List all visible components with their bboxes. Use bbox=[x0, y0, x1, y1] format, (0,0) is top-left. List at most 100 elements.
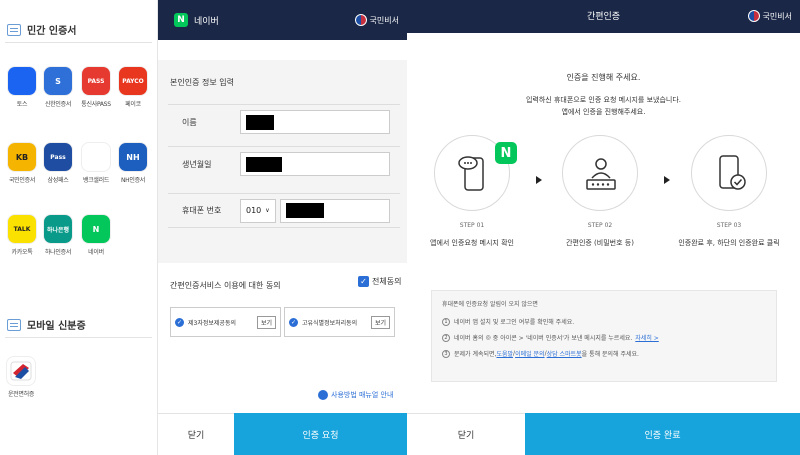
step-label: STEP 03 bbox=[716, 222, 742, 229]
chatbot-link[interactable]: 상담 스마트봇 bbox=[547, 349, 582, 358]
intro-heading: 인증을 진행해 주세요. bbox=[566, 73, 641, 82]
mobile-id-heading: 모바일 신분증 bbox=[7, 317, 86, 332]
arrow-right-icon bbox=[536, 176, 542, 184]
close-button[interactable]: 닫기 bbox=[407, 413, 525, 455]
auth-request-button[interactable]: 인증 요청 bbox=[234, 413, 407, 455]
name-row: 이름 bbox=[168, 104, 400, 139]
step-label: STEP 02 bbox=[587, 222, 613, 229]
kakaotalk-icon: TALK bbox=[8, 215, 36, 243]
right-button-bar: 닫기 인증 완료 bbox=[407, 413, 800, 455]
certificate-icon bbox=[7, 23, 21, 36]
step-desc: 앱에서 인증요청 메시지 확인 bbox=[430, 239, 514, 247]
provider-label: 토스 bbox=[16, 101, 28, 108]
provider-shinhan[interactable]: S 신한인증서 bbox=[42, 67, 74, 108]
provider-payco[interactable]: PAYCO 페이코 bbox=[117, 67, 149, 108]
view-button[interactable]: 보기 bbox=[256, 315, 276, 329]
provider-label: 네이버 bbox=[88, 249, 104, 256]
agree-third-party[interactable]: ✓ 제3자정보제공동의 보기 bbox=[170, 307, 281, 337]
notice-item: 3 문제가 계속되면, 도움말 / 이메일 문의 / 상담 스마트봇 을 통해 문의… bbox=[442, 349, 766, 358]
step-desc: 간편인증 (비밀번호 등) bbox=[566, 239, 634, 247]
bell-icon: ◎ bbox=[485, 334, 491, 341]
provider-banksalad[interactable]: 뱅크샐러드 bbox=[80, 143, 112, 184]
intro-text: 입력하신 휴대폰으로 인증 요청 메시지를 보냈습니다. bbox=[525, 96, 682, 104]
provider-nh[interactable]: NH NH인증서 bbox=[117, 143, 149, 184]
chevron-down-icon: ∨ bbox=[265, 207, 270, 214]
gov-emblem-icon bbox=[354, 14, 367, 26]
pass-icon: PASS bbox=[82, 67, 110, 95]
birth-row: 생년월일 bbox=[168, 146, 400, 181]
checkbox-checked-icon: ✓ bbox=[358, 276, 369, 287]
help-link[interactable]: 도움말 bbox=[496, 349, 513, 358]
redacted-value bbox=[246, 156, 282, 172]
provider-naver[interactable]: N 네이버 bbox=[80, 215, 112, 256]
provider-label: NH인증서 bbox=[120, 177, 146, 184]
gov-emblem-icon bbox=[747, 10, 760, 22]
notice-item: 1 네이버 앱 설치 및 로그인 여부를 확인해 주세요. bbox=[442, 317, 766, 326]
notice-item: 2 네이버 홈의 ◎ 중 아이콘 > '네이버 인증서'가 보낸 메시지를 누르… bbox=[442, 333, 766, 342]
naver-header: N 네이버 국민비서 bbox=[158, 0, 407, 40]
drivers-license-icon bbox=[7, 357, 35, 385]
naver-logo-icon: N bbox=[495, 142, 517, 164]
view-button[interactable]: 보기 bbox=[370, 315, 390, 329]
phone-row: 휴대폰 번호 010 ∨ bbox=[168, 193, 400, 228]
provider-kakaotalk[interactable]: TALK 카카오톡 bbox=[6, 215, 38, 256]
notice-box: 휴대폰에 인증요청 알림이 오지 않으면 1 네이버 앱 설치 및 로그인 여부… bbox=[431, 290, 777, 382]
gov-secretary-logo: 국민비서 bbox=[354, 14, 399, 26]
provider-label: 페이코 bbox=[125, 101, 141, 108]
header-title: 네이버 bbox=[194, 16, 219, 27]
kb-icon: KB bbox=[8, 143, 36, 171]
form-title: 본인인증 정보 입력 bbox=[170, 78, 234, 87]
agree-unique-id[interactable]: ✓ 고유식별정보처리동의 보기 bbox=[284, 307, 395, 337]
provider-pass[interactable]: PASS 통신사PASS bbox=[80, 67, 112, 108]
provider-label: 통신사PASS bbox=[81, 101, 111, 108]
mid-button-bar: 닫기 인증 요청 bbox=[158, 413, 407, 455]
provider-samsung-pass[interactable]: Pass 삼성패스 bbox=[42, 143, 74, 184]
provider-label: 국민인증서 bbox=[8, 177, 36, 184]
manual-link[interactable]: 사용방법 매뉴얼 안내 bbox=[318, 390, 393, 400]
naver-icon: N bbox=[82, 215, 110, 243]
phone-input[interactable] bbox=[280, 198, 390, 223]
toss-icon bbox=[8, 67, 36, 95]
phone-prefix-select[interactable]: 010 ∨ bbox=[240, 198, 276, 223]
samsung-pass-icon: Pass bbox=[44, 143, 72, 171]
simple-auth-panel: 간편인증 국민비서 인증을 진행해 주세요. 입력하신 휴대폰으로 인증 요청 … bbox=[407, 0, 800, 455]
details-link[interactable]: 자세히 > bbox=[635, 333, 659, 342]
step-desc: 인증완료 후, 하단의 인증완료 클릭 bbox=[678, 239, 780, 247]
simple-auth-header: 간편인증 국민비서 bbox=[407, 0, 800, 33]
identity-input-panel: N 네이버 국민비서 본인인증 정보 입력 이름 생년월일 휴대폰 번호 010… bbox=[158, 0, 407, 455]
intro-text: 앱에서 인증을 진행해주세요. bbox=[561, 108, 646, 116]
payco-icon: PAYCO bbox=[119, 67, 147, 95]
provider-label: 카카오톡 bbox=[11, 249, 33, 256]
provider-drivers-license[interactable]: 운전면허증 bbox=[5, 357, 37, 398]
close-button[interactable]: 닫기 bbox=[158, 413, 234, 455]
step-2-circle bbox=[562, 135, 638, 211]
nh-icon: NH bbox=[119, 143, 147, 171]
provider-toss[interactable]: 토스 bbox=[6, 67, 38, 108]
naver-logo-icon: N bbox=[174, 13, 188, 27]
arrow-right-icon bbox=[664, 176, 670, 184]
person-icon bbox=[318, 390, 328, 400]
consent-title: 간편인증서비스 이용에 대한 동의 bbox=[170, 281, 281, 290]
id-card-icon bbox=[7, 318, 21, 331]
provider-label: 삼성패스 bbox=[47, 177, 69, 184]
email-inquiry-link[interactable]: 이메일 문의 bbox=[515, 349, 545, 358]
banksalad-icon bbox=[82, 143, 110, 171]
agree-all-checkbox[interactable]: ✓ 전체동의 bbox=[358, 276, 401, 287]
certificate-provider-panel: 민간 인증서 토스 S 신한인증서 PASS 통신사PASS PAYCO 페이코 KB 국민인증… bbox=[0, 0, 158, 455]
provider-hana[interactable]: 하나은행 하나인증서 bbox=[42, 215, 74, 256]
divider bbox=[5, 42, 152, 43]
provider-kb[interactable]: KB 국민인증서 bbox=[6, 143, 38, 184]
provider-label: 신한인증서 bbox=[44, 101, 72, 108]
provider-label: 하나인증서 bbox=[44, 249, 72, 256]
check-circle-icon: ✓ bbox=[175, 317, 184, 327]
divider bbox=[5, 337, 152, 338]
auth-complete-button[interactable]: 인증 완료 bbox=[525, 413, 800, 455]
notice-title: 휴대폰에 인증요청 알림이 오지 않으면 bbox=[442, 301, 538, 308]
birth-input[interactable] bbox=[240, 152, 390, 176]
private-cert-heading: 민간 인증서 bbox=[7, 22, 76, 37]
provider-label: 뱅크샐러드 bbox=[82, 177, 110, 184]
redacted-value bbox=[246, 114, 274, 130]
password-icon bbox=[586, 158, 616, 190]
redacted-value bbox=[286, 203, 324, 218]
name-input[interactable] bbox=[240, 110, 390, 134]
